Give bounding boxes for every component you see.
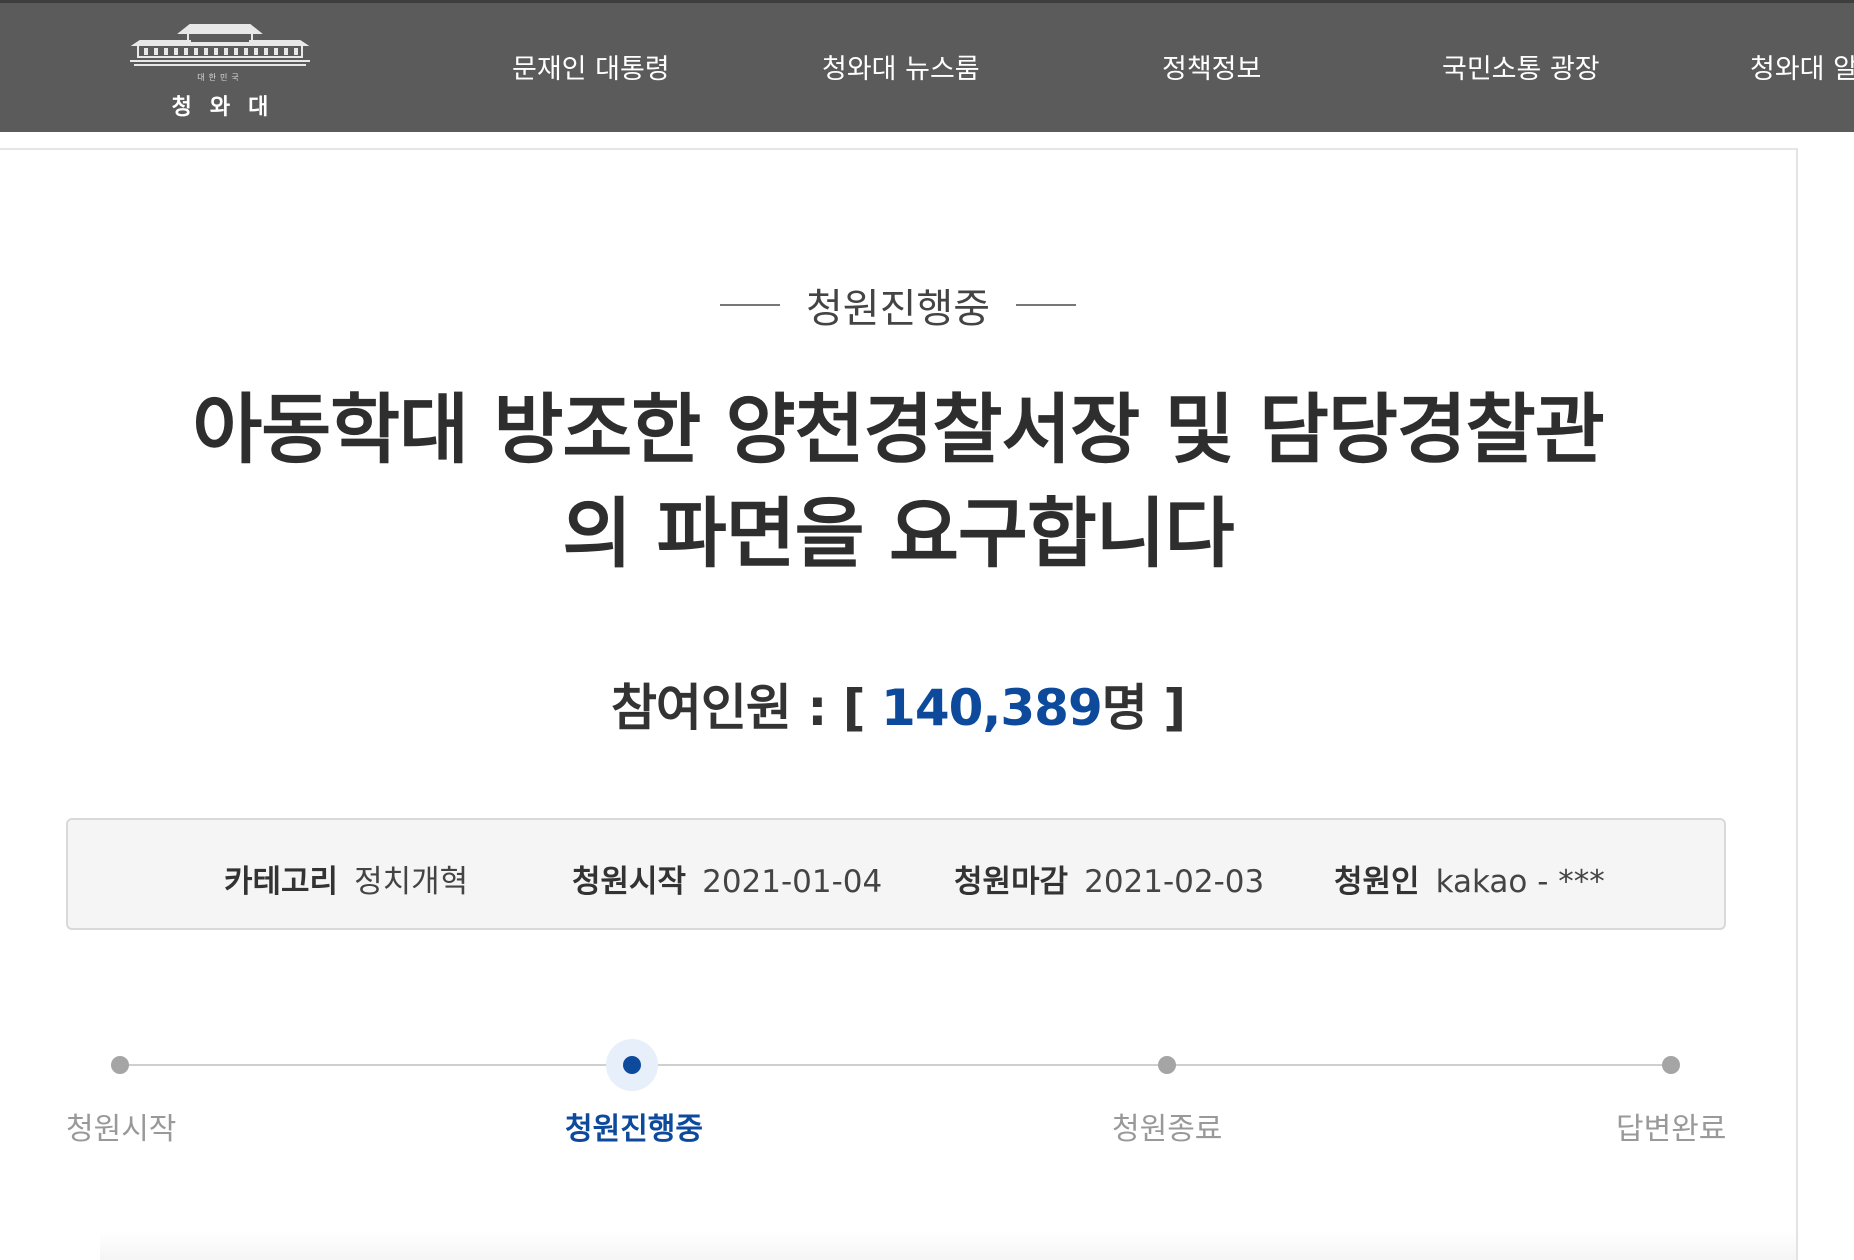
petition-status: 청원진행중 <box>806 286 990 332</box>
logo-text: 청와대 <box>171 95 287 120</box>
petition-info-box: 카테고리 정치개혁 청원시작 2021-01-04 청원마감 2021-02-03 청… <box>66 818 1726 930</box>
author-value: kakao - *** <box>1435 864 1605 900</box>
category-value: 정치개혁 <box>354 864 469 900</box>
top-navigation-bar: 대한민국 청와대 문재인 대통령 청와대 뉴스룸 정책정보 국민소통 광장 청와… <box>0 0 1854 132</box>
bottom-shadow <box>100 1230 1796 1260</box>
petition-progress: 청원시작 청원진행중 청원종료 답변완료 <box>0 1039 1796 1160</box>
count-unit: 명 <box>1101 679 1148 737</box>
nav-item-president[interactable]: 문재인 대통령 <box>512 47 670 86</box>
divider <box>0 148 1796 150</box>
petition-status-header: 청원진행중 <box>0 276 1796 334</box>
info-start-date: 청원시작 2021-01-04 <box>572 856 882 901</box>
step-dot-start <box>111 1056 129 1074</box>
count-value: 140,389 <box>881 679 1103 737</box>
step-dot-closed <box>1158 1056 1176 1074</box>
nav-item-cheongwadae[interactable]: 청와대 알 <box>1750 47 1854 86</box>
count-label: 참여인원 : [ <box>610 679 866 737</box>
petition-title-line2: 의 파면을 요구합니다 <box>562 489 1234 578</box>
step-label-answered: 답변완료 <box>1616 1112 1727 1147</box>
start-value: 2021-01-04 <box>702 864 883 900</box>
nav-item-communication[interactable]: 국민소통 광장 <box>1442 47 1600 86</box>
step-label-in-progress: 청원진행중 <box>565 1112 703 1147</box>
start-label: 청원시작 <box>572 864 687 900</box>
info-category: 카테고리 정치개혁 <box>224 856 468 901</box>
status-dash-left <box>720 304 780 306</box>
step-dot-in-progress <box>623 1056 641 1074</box>
info-end-date: 청원마감 2021-02-03 <box>954 856 1264 901</box>
count-close: ] <box>1163 679 1186 737</box>
author-label: 청원인 <box>1334 864 1420 900</box>
step-label-start: 청원시작 <box>66 1112 177 1147</box>
info-author: 청원인 kakao - *** <box>1334 856 1605 901</box>
petition-title: 아동학대 방조한 양천경찰서장 및 담당경찰관 의 파면을 요구합니다 <box>150 378 1646 586</box>
blue-house-icon <box>130 24 310 66</box>
category-label: 카테고리 <box>224 864 339 900</box>
nav-item-policy[interactable]: 정책정보 <box>1162 47 1261 86</box>
progress-track <box>120 1064 1670 1066</box>
nav-item-newsroom[interactable]: 청와대 뉴스룸 <box>822 47 980 86</box>
status-dash-right <box>1016 304 1076 306</box>
end-value: 2021-02-03 <box>1084 864 1265 900</box>
end-label: 청원마감 <box>954 864 1069 900</box>
participant-count: 참여인원 : [ 140,389명 ] <box>0 668 1796 740</box>
content-right-border <box>1796 148 1798 1260</box>
step-dot-answered <box>1662 1056 1680 1074</box>
step-label-closed: 청원종료 <box>1112 1112 1223 1147</box>
logo-subtitle: 대한민국 <box>197 73 243 82</box>
petition-title-line1: 아동학대 방조한 양천경찰서장 및 담당경찰관 <box>192 385 1604 474</box>
cheongwadae-logo[interactable]: 대한민국 청와대 <box>120 17 320 121</box>
